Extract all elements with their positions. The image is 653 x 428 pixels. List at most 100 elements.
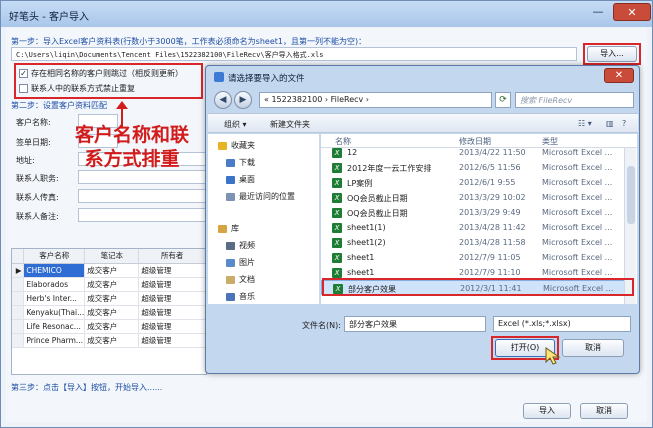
nav-music[interactable]: 音乐: [226, 291, 255, 302]
file-row[interactable]: X 12 2013/4/22 11:50 Microsoft Excel ...: [321, 145, 631, 160]
file-type: Microsoft Excel ...: [542, 193, 613, 202]
help-icon[interactable]: ?: [622, 119, 626, 128]
grid-cell[interactable]: Prince Pharm...: [23, 333, 86, 348]
preview-grid[interactable]: 客户名称 笔记本 所有者 ▶ CHEMICO 成交客户 超级管理 Elabora…: [11, 248, 207, 375]
file-name: OQ会员截止日期: [347, 194, 408, 203]
title-bar: 好笔头 - 客户导入 — ✕: [1, 1, 652, 27]
step1-label: 第一步：导入Excel客户资料表(行数小于3000笔，工作表必须命名为sheet…: [11, 37, 367, 46]
file-name: sheet1: [347, 253, 375, 262]
dialog-cancel-button[interactable]: 取消: [562, 339, 624, 357]
grid-cell[interactable]: 超级管理: [138, 291, 206, 306]
cancel-button[interactable]: 取消: [580, 403, 628, 419]
nav-video[interactable]: 视频: [226, 240, 255, 251]
dialog-app-icon: [214, 72, 224, 82]
search-input[interactable]: 搜索 FileRecv: [515, 92, 634, 108]
grid-cell[interactable]: 超级管理: [138, 277, 206, 292]
nav-downloads[interactable]: 下载: [226, 157, 255, 168]
scrollbar-thumb[interactable]: [627, 166, 635, 224]
file-date: 2013/4/28 11:58: [459, 238, 526, 247]
file-row[interactable]: X 2012年度一云工作安排 2012/6/5 11:56 Microsoft Exc…: [321, 160, 631, 175]
grid-row[interactable]: Herb's Inter... 成交客户 超级管理: [12, 291, 206, 306]
new-folder-button[interactable]: 新建文件夹: [270, 119, 310, 130]
grid-row[interactable]: Life Resonac... 成交客户 超级管理: [12, 319, 206, 334]
nav-favorites[interactable]: 收藏夹: [218, 140, 255, 151]
field-label: 联系人备注:: [16, 212, 59, 221]
nav-library[interactable]: 库: [218, 223, 239, 234]
grid-cell[interactable]: 超级管理: [138, 333, 206, 348]
file-row[interactable]: X LP案例 2012/6/1 9:55 Microsoft Excel ...: [321, 175, 631, 190]
grid-cell[interactable]: Life Resonac...: [23, 319, 86, 334]
grid-row[interactable]: Prince Pharm... 成交客户 超级管理: [12, 333, 206, 348]
excel-file-icon: X: [332, 268, 342, 278]
preview-pane-icon[interactable]: ▥: [606, 119, 614, 128]
recent-icon: [226, 192, 235, 201]
minimize-button[interactable]: —: [587, 3, 609, 21]
grid-col-owner[interactable]: 所有者: [138, 249, 206, 264]
row-indicator: [12, 277, 25, 292]
grid-col-book[interactable]: 笔记本: [84, 249, 140, 264]
contact-fax-select[interactable]: [78, 189, 208, 203]
back-arrow-icon[interactable]: ◀: [214, 91, 232, 109]
file-path-field[interactable]: C:\Users\liqin\Documents\Tencent Files\1…: [11, 47, 577, 61]
grid-cell[interactable]: Herb's Inter...: [23, 291, 86, 306]
window-title: 好笔头 - 客户导入: [9, 12, 89, 23]
grid-cell[interactable]: 成交客户: [84, 263, 140, 278]
file-name: sheet1(1): [347, 223, 386, 232]
organize-menu[interactable]: 组织 ▾: [224, 119, 247, 130]
import-button[interactable]: 导入: [523, 403, 571, 419]
field-label: 地址:: [16, 156, 35, 165]
excel-file-icon: X: [332, 223, 342, 233]
file-date: 2013/4/28 11:42: [459, 223, 526, 232]
dialog-close-button[interactable]: ✕: [604, 68, 634, 83]
field-label: 客户名称:: [16, 118, 51, 127]
refresh-icon[interactable]: ⟳: [495, 92, 511, 108]
nav-desktop[interactable]: 桌面: [226, 174, 255, 185]
music-icon: [226, 292, 235, 301]
row-indicator: [12, 319, 25, 334]
nav-label: 图片: [239, 258, 255, 267]
grid-row[interactable]: Elaborados 成交客户 超级管理: [12, 277, 206, 292]
grid-cell[interactable]: 超级管理: [138, 319, 206, 334]
grid-cell[interactable]: 成交客户: [84, 333, 140, 348]
grid-cell[interactable]: Kenyaku(Thai...: [23, 305, 86, 320]
contact-title-select[interactable]: [78, 170, 208, 184]
excel-file-icon: X: [332, 193, 342, 203]
file-row[interactable]: X OQ会员截止日期 2013/3/29 10:02 Microsoft Excel …: [321, 190, 631, 205]
nav-recent[interactable]: 最近访问的位置: [226, 191, 295, 202]
filetype-select[interactable]: Excel (*.xls;*.xlsx): [493, 316, 631, 332]
grid-corner: [12, 249, 25, 264]
filename-input[interactable]: 部分客户效果: [344, 316, 486, 332]
grid-cell[interactable]: 成交客户: [84, 291, 140, 306]
file-name: OQ会员截止日期: [347, 209, 408, 218]
step2-label: 第二步：设置客户资料匹配: [11, 101, 107, 110]
grid-row[interactable]: Kenyaku(Thai... 成交客户 超级管理: [12, 305, 206, 320]
file-row[interactable]: X OQ会员截止日期 2013/3/29 9:49 Microsoft Excel .…: [321, 205, 631, 220]
forward-arrow-icon[interactable]: ▶: [234, 91, 252, 109]
library-icon: [218, 224, 227, 233]
address-bar[interactable]: « 1522382100 › FileRecv ›: [259, 92, 492, 108]
row-indicator: [12, 305, 25, 320]
grid-cell[interactable]: Elaborados: [23, 277, 86, 292]
grid-cell[interactable]: 成交客户: [84, 319, 140, 334]
grid-row[interactable]: ▶ CHEMICO 成交客户 超级管理: [12, 263, 206, 278]
grid-cell[interactable]: 超级管理: [138, 305, 206, 320]
nav-label: 视频: [239, 241, 255, 250]
nav-pictures[interactable]: 图片: [226, 257, 255, 268]
file-type: Microsoft Excel ...: [542, 148, 613, 157]
file-date: 2012/6/1 9:55: [459, 178, 516, 187]
grid-cell[interactable]: 超级管理: [138, 263, 206, 278]
file-date: 2013/3/29 9:49: [459, 208, 521, 217]
nav-documents[interactable]: 文档: [226, 274, 255, 285]
file-row[interactable]: Xsheet1 2012/7/9 11:05 Microsoft Excel ...: [321, 250, 631, 265]
file-row[interactable]: Xsheet1(2) 2013/4/28 11:58 Microsoft Excel…: [321, 235, 631, 250]
contact-note-select[interactable]: [78, 208, 208, 222]
file-type: Microsoft Excel ...: [542, 238, 613, 247]
close-button[interactable]: ✕: [613, 3, 651, 21]
grid-cell[interactable]: 成交客户: [84, 277, 140, 292]
grid-cell[interactable]: 成交客户: [84, 305, 140, 320]
file-type: Microsoft Excel ...: [542, 178, 613, 187]
grid-col-name[interactable]: 客户名称: [23, 249, 86, 264]
view-options-icon[interactable]: ☷ ▾: [578, 119, 592, 128]
grid-cell[interactable]: CHEMICO: [23, 263, 86, 278]
file-row[interactable]: Xsheet1(1) 2013/4/28 11:42 Microsoft Excel…: [321, 220, 631, 235]
